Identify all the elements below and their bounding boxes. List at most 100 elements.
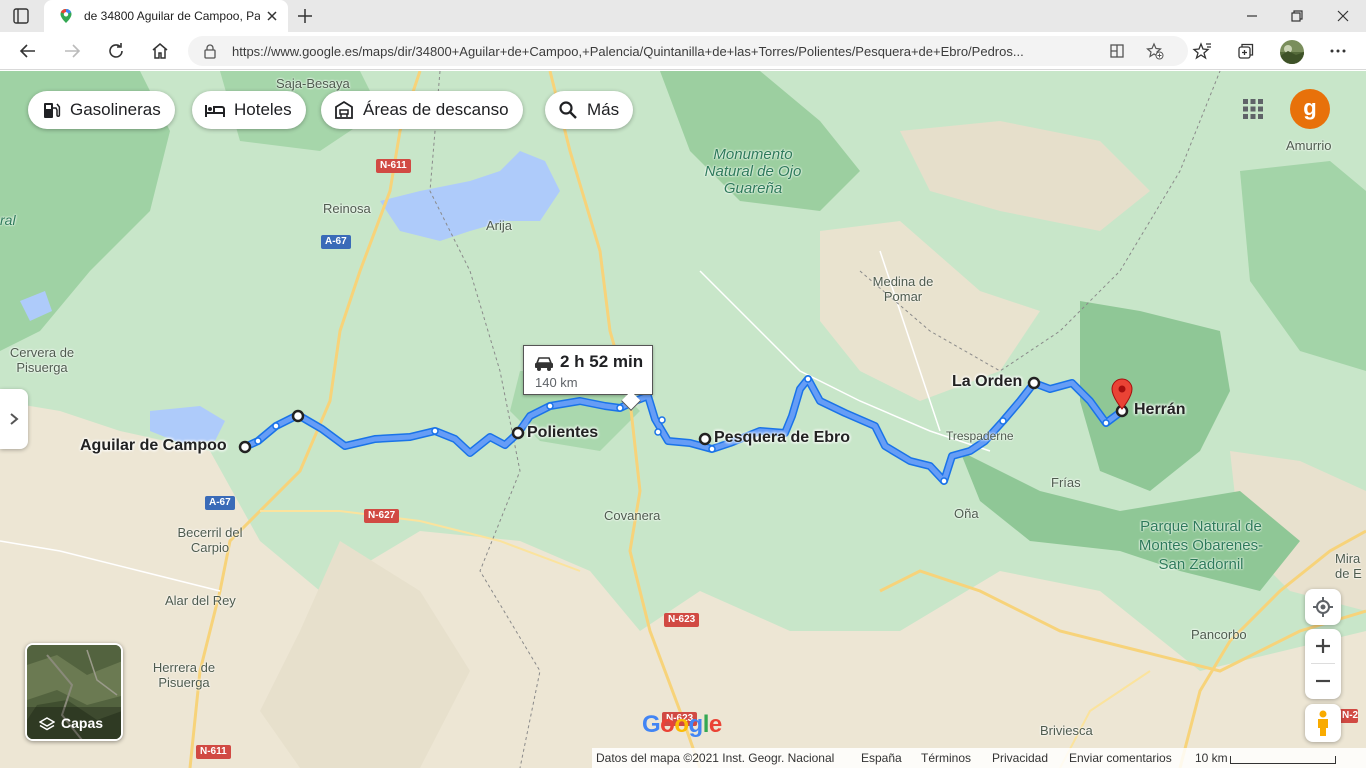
favorites-icon[interactable] [1192,41,1212,61]
chip-more[interactable]: Más [545,91,634,129]
road-shield: N-623 [664,613,700,627]
place-label: Pancorbo [1191,627,1247,642]
place-label: Saja-Besaya [276,76,350,91]
side-panel-toggle[interactable] [0,389,28,449]
chip-hotels[interactable]: Hoteles [192,91,306,129]
scale-label[interactable]: 10 km [1195,751,1228,765]
route-distance: 140 km [535,375,578,390]
arrow-right-icon[interactable] [62,41,82,61]
avatar[interactable] [1280,40,1304,64]
address-bar[interactable]: https://www.google.es/maps/dir/34800+Agu… [188,36,1188,66]
chip-label: Hoteles [234,100,292,119]
minimize-icon[interactable] [1242,6,1262,26]
layers-icon [39,717,55,731]
zoom-out-icon[interactable] [1305,664,1341,698]
more-horizontal-icon[interactable] [1328,41,1348,61]
star-plus-icon[interactable] [1146,42,1164,60]
apps-grid-icon[interactable] [1242,98,1264,120]
restore-icon[interactable] [1287,6,1307,26]
place-label: Covanera [604,508,661,523]
place-label: Herrera de Pisuerga [152,660,216,690]
chip-gas-stations[interactable]: Gasolineras [28,91,175,129]
layers-label: Capas [61,715,104,731]
google-logo: Google [642,711,722,738]
place-label: Frías [1051,475,1081,490]
plus-icon[interactable] [296,7,314,25]
chip-label: Más [587,100,620,119]
place-label: ral [0,212,16,228]
road-shield: N-232 [1338,709,1358,723]
search-icon [559,101,577,119]
url-text[interactable]: https://www.google.es/maps/dir/34800+Agu… [232,44,1092,59]
map-canvas[interactable]: Saja-Besaya Reinosa Arija Cervera de Pis… [0,71,1366,768]
waypoint-label[interactable]: Aguilar de Campoo [80,437,227,455]
rest-area-icon [335,100,353,119]
zoom-controls [1305,629,1341,699]
account-avatar[interactable]: g [1290,89,1330,129]
refresh-icon[interactable] [106,41,126,61]
window-close-icon[interactable] [1333,6,1353,26]
waypoint-marker [698,432,712,446]
pegman-button[interactable] [1305,704,1341,742]
route-duration: 2 h 52 min [560,352,644,371]
waypoint-label[interactable]: Polientes [527,424,598,442]
place-label: Briviesca [1040,723,1093,738]
place-label: Trespaderne [946,429,1014,443]
tab-actions-icon[interactable] [12,7,30,25]
waypoint-marker [511,426,525,440]
scale-bar [1230,756,1336,764]
privacy-link[interactable]: Privacidad [992,751,1048,765]
waypoint-label[interactable]: Pesquera de Ebro [714,429,850,447]
waypoint-label[interactable]: La Orden [952,373,1022,391]
map-data-attribution[interactable]: Datos del mapa ©2021 Inst. Geogr. Nacion… [596,751,834,765]
my-location-button[interactable] [1305,589,1341,625]
close-icon[interactable] [264,8,280,24]
zoom-in-icon[interactable] [1305,629,1341,663]
home-icon[interactable] [150,41,170,61]
natural-area-label: Monumento Natural de Ojo Guareña [704,146,802,197]
waypoint-marker [1027,376,1041,390]
arrow-left-icon[interactable] [18,41,38,61]
reader-view-icon[interactable] [1108,42,1126,60]
place-label: Amurrio [1286,138,1332,153]
pegman-icon [1318,710,1328,736]
waypoint-marker [291,409,305,423]
collections-icon[interactable] [1236,41,1256,61]
browser-tab[interactable]: de 34800 Aguilar de Campoo, Pa [44,0,288,32]
road-shield: A-67 [321,235,351,249]
tab-strip: de 34800 Aguilar de Campoo, Pa [0,0,1366,32]
natural-area-label: Parque Natural de Montes Obarenes-San Za… [1138,518,1264,573]
destination-pin-icon [1111,378,1133,410]
my-location-icon [1313,597,1333,617]
lock-icon[interactable] [202,43,218,59]
gas-station-icon [44,103,61,118]
road-shield: N-611 [196,745,231,759]
road-shield: N-627 [364,509,400,523]
place-label: Becerril del Carpio [177,525,243,555]
feedback-link[interactable]: Enviar comentarios [1069,751,1172,765]
route-summary-box[interactable]: 2 h 52 min 140 km [523,345,653,411]
car-icon [535,357,553,371]
place-label: Oña [954,506,979,521]
browser-toolbar: https://www.google.es/maps/dir/34800+Agu… [0,32,1366,70]
layers-button[interactable]: Capas [25,643,123,741]
bed-icon [205,105,225,117]
road-shield: N-611 [376,159,411,173]
terms-link[interactable]: Términos [921,751,971,765]
google-maps-pin-icon [60,9,72,23]
place-label: Mira de E [1335,551,1362,581]
place-label: Medina de Pomar [872,274,934,304]
road-shield: A-67 [205,496,235,510]
place-label: Arija [486,218,513,233]
place-label: Alar del Rey [165,593,236,608]
tab-title: de 34800 Aguilar de Campoo, Pa [84,9,260,23]
chip-label: Áreas de descanso [363,100,509,119]
waypoint-marker [238,440,252,454]
chip-rest-areas[interactable]: Áreas de descanso [321,91,523,129]
place-label: Cervera de Pisuerga [9,345,75,375]
country-link[interactable]: España [861,751,902,765]
waypoint-label[interactable]: Herrán [1134,401,1186,419]
chip-label: Gasolineras [70,100,161,119]
place-label: Reinosa [323,201,371,216]
browser-window: de 34800 Aguilar de Campoo, Pa https://w… [0,0,1366,768]
